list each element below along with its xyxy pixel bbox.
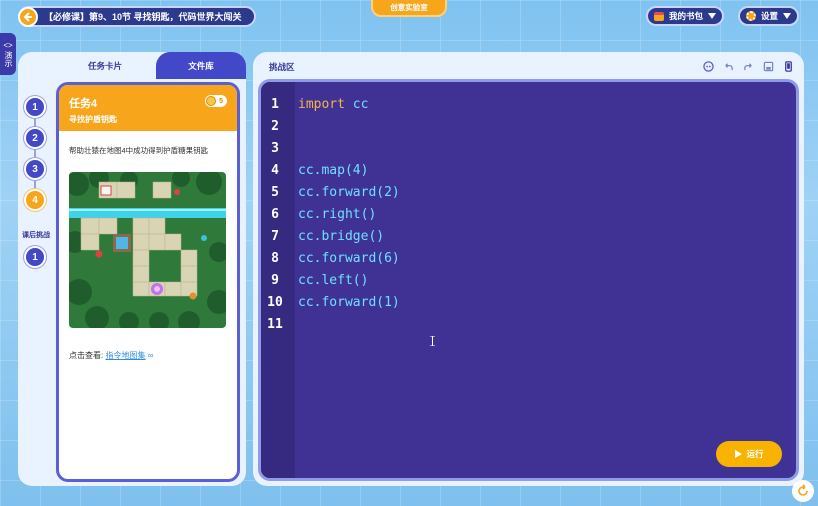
code-text: cc.forward(2) xyxy=(298,185,400,200)
save-icon[interactable] xyxy=(762,60,774,72)
redo-icon[interactable] xyxy=(742,60,754,72)
run-button[interactable]: 运行 xyxy=(716,441,782,467)
gear-icon xyxy=(746,11,756,21)
code-line: 4 cc.map(4) xyxy=(261,159,368,181)
chevron-down-icon xyxy=(708,13,717,19)
line-number: 2 xyxy=(271,118,279,134)
phone-icon[interactable] xyxy=(782,60,794,72)
line-number: 7 xyxy=(271,228,279,244)
code-line: 3 xyxy=(261,137,289,159)
bag-icon xyxy=(654,11,664,21)
coin-count: 5 xyxy=(219,97,223,105)
run-label: 运行 xyxy=(746,449,764,459)
code-line: 2 xyxy=(261,115,289,137)
line-number: 8 xyxy=(271,250,279,266)
code-content: cc.right() xyxy=(298,206,377,222)
challenge-panel: 挑战区 1 import cc 2 3 4 cc.map(4) 5 cc.forward(2)… xyxy=(253,52,804,486)
line-number: 11 xyxy=(267,316,283,332)
code-editor[interactable]: 1 import cc 2 3 4 cc.map(4) 5 cc.forward(2) 6 cc.… xyxy=(258,79,799,481)
code-line: 9 cc.left() xyxy=(261,269,368,291)
demo-side-button[interactable]: <> 演示 xyxy=(0,33,16,75)
code-content: cc xyxy=(344,96,369,112)
code-content: cc.map(4) xyxy=(298,162,369,178)
line-number: 3 xyxy=(271,140,279,156)
code-content: cc.bridge() xyxy=(298,228,385,244)
code-text: cc.left() xyxy=(298,273,368,288)
code-keyword: import xyxy=(298,96,345,112)
code-line: 11 xyxy=(261,313,289,335)
code-text: cc.bridge() xyxy=(298,229,384,244)
demo-label: 演示 xyxy=(4,51,13,67)
reset-button[interactable] xyxy=(792,480,814,502)
code-content: cc.left() xyxy=(298,272,369,288)
code-line: 7 cc.bridge() xyxy=(261,225,384,247)
code-line: 6 cc.right() xyxy=(261,203,376,225)
step-4[interactable]: 4 xyxy=(24,189,46,211)
step-2[interactable]: 2 xyxy=(24,127,46,149)
tab-file-library[interactable]: 文件库 xyxy=(156,52,246,79)
course-title: 【必修课】第9、10节 寻找钥匙，代码世界大闯关 xyxy=(44,12,242,22)
code-line: 5 cc.forward(2) xyxy=(261,181,400,203)
code-text: import cc xyxy=(298,97,368,112)
undo-icon[interactable] xyxy=(722,60,734,72)
settings-label: 设置 xyxy=(761,11,779,21)
play-icon xyxy=(735,450,743,458)
homework-step-1[interactable]: 1 xyxy=(24,246,46,268)
code-content: cc.forward(2) xyxy=(298,184,400,200)
code-line: 1 import cc xyxy=(261,93,368,115)
line-number: 1 xyxy=(271,96,279,112)
code-text: cc.map(4) xyxy=(298,163,368,178)
code-text: cc.forward(1) xyxy=(298,295,400,310)
coin-badge: 5 xyxy=(205,95,227,107)
task-description: 帮助壮猿在地图4中成功得到护盾糖果钥匙 xyxy=(69,146,209,155)
code-line: 10 cc.forward(1) xyxy=(261,291,400,313)
arrow-left-icon xyxy=(23,11,32,22)
code-icon: <> xyxy=(3,41,13,50)
task-card: 任务4 寻找护盾钥匙 5 帮助壮猿在地图4中成功得到护盾糖果钥匙 点击查看: 指… xyxy=(56,82,240,482)
link-prefix: 点击查看: xyxy=(69,351,104,360)
map-4-image xyxy=(69,172,226,328)
text-cursor-icon xyxy=(430,336,435,346)
code-line: 8 cc.forward(6) xyxy=(261,247,400,269)
line-number: 9 xyxy=(271,272,279,288)
line-number: 5 xyxy=(271,184,279,200)
code-content: cc.forward(1) xyxy=(298,294,400,310)
line-number: 6 xyxy=(271,206,279,222)
command-map-link[interactable]: 指令地图集 xyxy=(105,351,145,360)
settings-button[interactable]: 设置 xyxy=(738,6,800,26)
step-3[interactable]: 3 xyxy=(24,158,46,180)
challenge-label: 挑战区 xyxy=(269,62,295,72)
editor-toolbar xyxy=(702,60,794,72)
homework-label: 课后挑战 xyxy=(22,232,50,239)
chevron-down-icon xyxy=(783,13,792,19)
code-text: cc.right() xyxy=(298,207,376,222)
coin-icon xyxy=(206,96,217,106)
link-icon: ∞ xyxy=(147,351,154,360)
refresh-icon xyxy=(798,484,808,496)
code-text: cc.forward(6) xyxy=(298,251,400,266)
task-panel: 任务卡片 文件库 1 2 3 4 1 课后挑战 任务4 寻找护盾钥匙 5 帮助壮… xyxy=(18,52,246,486)
back-button[interactable] xyxy=(18,6,38,27)
map-link-row: 点击查看: 指令地图集 ∞ xyxy=(69,350,153,361)
robot-icon[interactable] xyxy=(702,60,714,72)
creative-lab-tab[interactable]: 创意实验室 xyxy=(371,0,447,17)
task-title: 任务4 xyxy=(69,98,98,110)
my-bag-button[interactable]: 我的书包 xyxy=(646,6,725,26)
task-card-header: 任务4 寻找护盾钥匙 5 xyxy=(59,85,237,131)
step-1[interactable]: 1 xyxy=(24,96,46,118)
line-number: 10 xyxy=(267,294,283,310)
left-tabs: 任务卡片 文件库 xyxy=(54,52,246,79)
course-title-bar: 【必修课】第9、10节 寻找钥匙，代码世界大闯关 xyxy=(18,6,256,27)
my-bag-label: 我的书包 xyxy=(669,11,704,21)
task-subtitle: 寻找护盾钥匙 xyxy=(69,115,117,124)
tab-task-card[interactable]: 任务卡片 xyxy=(54,52,156,79)
line-number: 4 xyxy=(271,162,279,178)
code-content: cc.forward(6) xyxy=(298,250,400,266)
